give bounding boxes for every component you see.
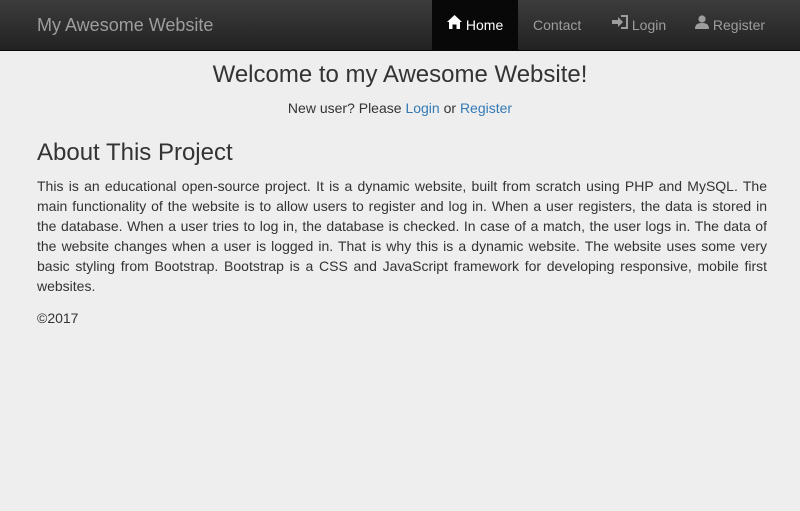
brand-link[interactable]: My Awesome Website	[37, 0, 213, 51]
about-paragraph: This is an educational open-source proje…	[37, 178, 767, 294]
nav-register-label: Register	[712, 17, 766, 33]
page-title: Welcome to my Awesome Website!	[212, 61, 588, 88]
nav-login-label: Login	[631, 17, 667, 33]
user-icon	[695, 0, 709, 50]
login-icon	[612, 0, 628, 50]
about-heading: About This Project	[37, 139, 233, 166]
signup-prompt-text: New user? Please	[287, 100, 402, 116]
nav-register[interactable]: Register	[695, 0, 765, 51]
nav-login[interactable]: Login	[612, 0, 666, 51]
nav-contact[interactable]: Contact	[533, 0, 581, 51]
navbar: My Awesome Website Home Contact Login Re…	[0, 0, 800, 51]
home-icon	[447, 0, 462, 50]
login-link[interactable]: Login	[405, 100, 439, 116]
nav-contact-label: Contact	[533, 17, 582, 33]
copyright-text: ©2017	[37, 310, 79, 326]
nav-home-label: Home	[465, 17, 504, 33]
nav-home[interactable]: Home	[432, 0, 518, 51]
or-text: or	[443, 100, 457, 116]
signup-prompt: New user? Please Login or Register	[0, 98, 800, 118]
register-link[interactable]: Register	[460, 100, 512, 116]
